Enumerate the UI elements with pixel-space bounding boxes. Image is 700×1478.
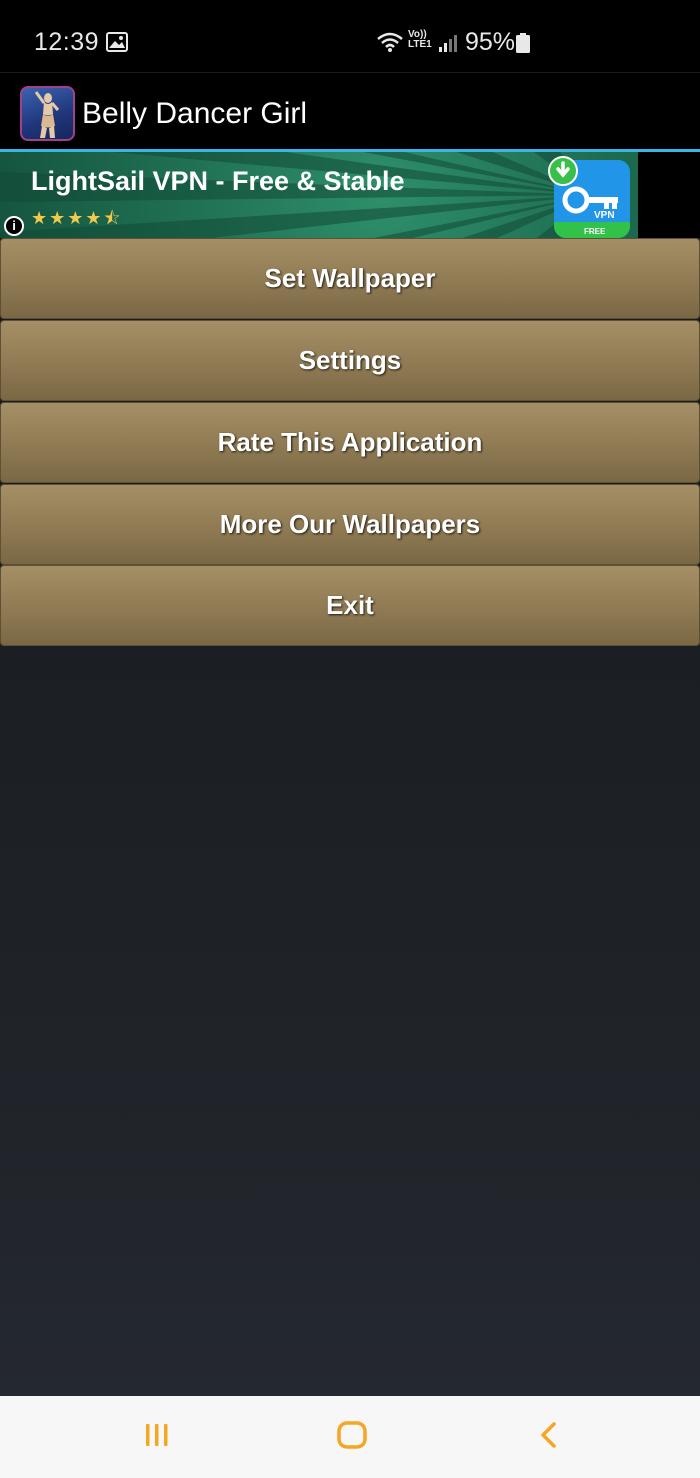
back-icon[interactable]: [534, 1420, 564, 1455]
status-bar: 12:39 Vo)) LTE1 95%: [0, 0, 700, 72]
download-arrow-icon: [548, 156, 578, 186]
signal-icon: [438, 33, 460, 58]
ad-info-icon[interactable]: i: [4, 216, 24, 236]
volte-icon: Vo)) LTE1: [408, 30, 432, 50]
battery-icon: [516, 33, 530, 58]
vpn-icon-label: VPN: [594, 210, 615, 221]
gallery-icon: [106, 32, 128, 57]
wifi-icon: [376, 31, 404, 58]
ad-side-gap: [638, 152, 700, 238]
ad-title[interactable]: LightSail VPN - Free & Stable: [31, 166, 405, 197]
ad-rating-stars: ★★★★⯪: [31, 208, 123, 228]
navigation-bar: [0, 1396, 700, 1478]
exit-button[interactable]: Exit: [0, 565, 700, 646]
vpn-icon-badge: FREE: [584, 227, 606, 236]
set-wallpaper-button[interactable]: Set Wallpaper: [0, 238, 700, 319]
app-logo-icon: [20, 86, 75, 141]
volte-bottom-text: LTE1: [408, 39, 432, 50]
main-content: Set Wallpaper Settings Rate This Applica…: [0, 238, 700, 1396]
app-title: Belly Dancer Girl: [82, 97, 308, 130]
home-icon[interactable]: [336, 1420, 368, 1455]
status-time: 12:39: [34, 28, 100, 56]
battery-percent: 95%: [465, 28, 516, 56]
recents-icon[interactable]: [142, 1420, 172, 1455]
more-wallpapers-button[interactable]: More Our Wallpapers: [0, 484, 700, 565]
app-bar: Belly Dancer Girl: [0, 72, 700, 151]
ad-banner[interactable]: LightSail VPN - Free & Stable ★★★★⯪ i VP…: [0, 152, 638, 238]
rate-app-button[interactable]: Rate This Application: [0, 402, 700, 483]
settings-button[interactable]: Settings: [0, 320, 700, 401]
